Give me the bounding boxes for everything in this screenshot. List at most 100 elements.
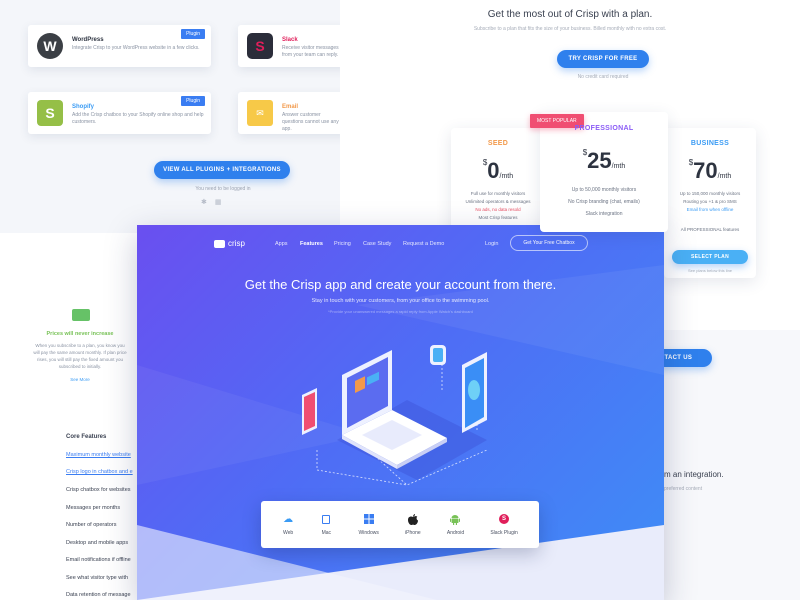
email-icon: ✉ [247, 100, 273, 126]
nav-apps[interactable]: Apps [275, 241, 288, 247]
nav-features[interactable]: Features [300, 241, 323, 247]
feature-row: Desktop and mobile apps [66, 540, 129, 546]
plan-card-seed[interactable]: SEED $0/mth Full use for monthly visitor… [451, 128, 545, 238]
platform-label: Windows [358, 530, 379, 536]
logo-text: crisp [228, 239, 245, 248]
platform-iphone[interactable]: iPhone [405, 513, 421, 536]
platform-mini-icons: ✱▦ [201, 198, 230, 206]
platform-web[interactable]: ☁ Web [282, 513, 294, 537]
plugin-name: Slack [282, 37, 298, 43]
select-plan-sub: See plans below this line [687, 268, 733, 273]
plugins-page: W WordPress Integrate Crisp to your Word… [0, 0, 348, 235]
app-download-hero: crisp Apps Features Pricing Case Study R… [137, 225, 664, 600]
plan-feature: Most Crisp features [478, 215, 518, 220]
slack-plugin-icon: S [498, 513, 510, 525]
plan-name: SEED [487, 140, 509, 147]
integration-section [664, 330, 800, 600]
plan-feature: All PROFESSIONAL features [680, 227, 740, 232]
plugin-card-shopify[interactable]: S Shopify Add the Crisp chatbox to your … [28, 92, 211, 134]
feature-row: Messages per months [66, 505, 121, 511]
plan-name: PROFESSIONAL [574, 125, 634, 132]
plan-price: $0/mth [451, 158, 545, 184]
plan-card-professional[interactable]: MOST POPULAR PROFESSIONAL $25/mth Up to … [530, 112, 668, 232]
price-period: /mth [611, 163, 626, 170]
feature-row: See what visitor type with [66, 575, 129, 581]
platform-label: Android [446, 530, 465, 536]
android-icon: ✱ [201, 199, 215, 206]
get-chatbox-button[interactable]: Get Your Free Chatbox [510, 235, 588, 251]
android-icon [449, 513, 461, 525]
plugin-name: Shopify [72, 104, 94, 110]
prices-title: Prices will never increase [46, 331, 114, 337]
feature-row: Data retention of message [66, 592, 131, 598]
cloud-icon: ☁ [283, 513, 294, 525]
platform-label: Web [283, 530, 294, 536]
nav-login[interactable]: Login [485, 241, 498, 247]
feature-row: Number of operators [66, 522, 117, 528]
plan-card-business[interactable]: BUSINESS $70/mth Up to 150,000 monthly v… [664, 128, 756, 278]
devices-illustration [302, 345, 488, 486]
view-all-plugins-button[interactable]: VIEW ALL PLUGINS + INTEGRATIONS [154, 161, 290, 179]
plan-feature: Routing you +1 & pro SMS [683, 199, 737, 204]
nav-case-study[interactable]: Case Study [363, 241, 391, 247]
plan-price: $70/mth [664, 158, 756, 184]
feature-row[interactable]: Maximum monthly website [66, 452, 131, 458]
nav-request-demo[interactable]: Request a Demo [403, 241, 444, 247]
price-amount: 0 [487, 158, 500, 183]
plan-feature: Up to 50,000 monthly visitors [571, 187, 637, 193]
plugin-card-wordpress[interactable]: W WordPress Integrate Crisp to your Word… [28, 25, 211, 67]
plan-feature: Slack integration [585, 211, 623, 217]
windows-icon [363, 513, 375, 525]
plan-feature: No ads, no data resold [475, 207, 521, 212]
platform-label: Mac [321, 530, 332, 536]
money-icon [72, 309, 90, 321]
pricing-subheading: Subscribe to a plan that fits the size o… [473, 26, 667, 32]
no-card-note: No credit card required [577, 74, 629, 80]
price-amount: 70 [693, 158, 718, 183]
plugin-card-email[interactable]: ✉ Email Answer customer questions cannot… [238, 92, 348, 134]
platform-mac[interactable]: Mac [320, 513, 332, 536]
shopify-icon: S [37, 100, 63, 126]
platform-windows[interactable]: Windows [359, 513, 379, 536]
plugin-badge[interactable]: Plugin [181, 96, 205, 106]
platform-android[interactable]: Android [447, 513, 464, 536]
hero-subtitle: Stay in touch with your customers, from … [311, 298, 490, 304]
nav-pricing[interactable]: Pricing [334, 241, 351, 247]
plugin-desc: Add the Crisp chatbox to your Shopify on… [72, 112, 204, 125]
crisp-logo[interactable]: crisp [214, 239, 245, 248]
windows-icon: ▦ [214, 199, 230, 206]
plan-price: $25/mth [540, 148, 668, 174]
feature-row: Email notifications if offline [66, 557, 131, 563]
see-more-link[interactable]: See More [60, 377, 100, 382]
slack-icon: S [247, 33, 273, 59]
plugin-name: WordPress [72, 37, 104, 43]
integration-heading: m an integration. [664, 470, 724, 479]
login-note: You need to be logged in [195, 186, 251, 192]
plugin-desc: Answer customer questions cannot use any… [282, 112, 339, 132]
mac-icon [320, 513, 332, 525]
price-period: /mth [499, 173, 514, 180]
plan-name: BUSINESS [690, 140, 730, 147]
plan-feature: Full use for monthly visitors [470, 191, 526, 196]
platform-label: iPhone [405, 530, 421, 536]
feature-row[interactable]: Crisp logo in chatbox and e [66, 469, 133, 475]
plan-feature: Up to 150,000 monthly visitors [679, 191, 741, 196]
plugin-card-slack[interactable]: S Slack Receive visitor messages from yo… [238, 25, 348, 67]
plan-feature: Unlimited operators & messages [465, 199, 531, 204]
plan-feature: No Crisp branding (chat, emails) [568, 199, 640, 205]
try-crisp-button[interactable]: TRY CRISP FOR FREE [557, 50, 649, 68]
plugin-badge[interactable]: Plugin [181, 29, 205, 39]
core-features-title: Core Features [66, 434, 107, 440]
hero-note: *Provide your unanswered messages a rapi… [328, 309, 473, 314]
select-plan-button[interactable]: SELECT PLAN [672, 250, 748, 264]
pricing-heading: Get the most out of Crisp with a plan. [487, 9, 653, 20]
plugin-desc: Receive visitor messages from your team … [282, 45, 339, 58]
wordpress-icon: W [37, 33, 63, 59]
integration-sub: preferred content [664, 486, 703, 492]
price-period: /mth [717, 173, 732, 180]
platform-download-bar: ☁ Web Mac Windows iPhone Android S Slack… [261, 501, 539, 548]
plan-feature: Email from when offline [686, 207, 734, 212]
platform-slack[interactable]: S Slack Plugin [490, 513, 518, 536]
price-amount: 25 [587, 148, 612, 173]
hero-title: Get the Crisp app and create your accoun… [244, 277, 557, 292]
